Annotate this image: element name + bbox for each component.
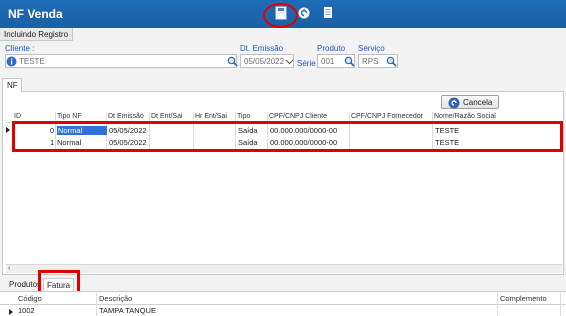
cliente-label: Cliente : bbox=[5, 44, 35, 53]
horizontal-scrollbar[interactable]: ‹ bbox=[6, 264, 562, 273]
dt-emissao-value: 05/05/2022 bbox=[244, 57, 285, 66]
col-hr-ent-sai[interactable]: Hr Ent/Sai bbox=[195, 113, 227, 120]
save-highlight-ellipse bbox=[263, 3, 298, 28]
servico-value: RPS bbox=[362, 57, 379, 66]
tab-nf[interactable]: NF bbox=[2, 78, 22, 92]
col-tipo[interactable]: Tipo bbox=[237, 113, 250, 120]
search-produto-icon[interactable] bbox=[344, 56, 355, 67]
cell-codigo: 1002 bbox=[18, 306, 35, 315]
cancel-button-label: Cancela bbox=[463, 98, 493, 107]
document-icon[interactable] bbox=[320, 5, 336, 21]
produto-value: 001 bbox=[321, 57, 335, 66]
undo-icon bbox=[448, 97, 460, 109]
grid-divider bbox=[0, 304, 566, 305]
cell-descricao: TAMPA TANQUE bbox=[99, 306, 156, 315]
chevron-down-icon[interactable] bbox=[284, 56, 295, 67]
undo-icon[interactable] bbox=[296, 5, 312, 21]
col-id[interactable]: ID bbox=[14, 113, 21, 120]
cliente-field[interactable]: TESTE bbox=[5, 54, 237, 68]
row-indicator-icon bbox=[6, 127, 10, 133]
col-tipo-nf[interactable]: Tipo NF bbox=[57, 113, 82, 120]
search-servico-icon[interactable] bbox=[386, 56, 397, 67]
col-cpf-cliente[interactable]: CPF/CNPJ Cliente bbox=[269, 113, 327, 120]
row-indicator-icon bbox=[9, 309, 13, 315]
search-cliente-icon[interactable] bbox=[227, 56, 238, 67]
grid-divider bbox=[560, 293, 561, 316]
dt-emissao-label: Dt. Emissão bbox=[240, 44, 284, 53]
servico-label: Serviço bbox=[358, 44, 385, 53]
col-descricao[interactable]: Descrição bbox=[99, 294, 132, 303]
window-title: NF Venda bbox=[8, 7, 63, 21]
col-codigo[interactable]: Código bbox=[18, 294, 42, 303]
col-complemento[interactable]: Complemento bbox=[500, 294, 547, 303]
title-bar: NF Venda bbox=[0, 0, 566, 28]
info-icon bbox=[6, 56, 17, 67]
col-nome[interactable]: Nome/Razão Social bbox=[434, 113, 496, 120]
rows-highlight-box bbox=[12, 121, 563, 152]
col-dt-ent-sai[interactable]: Dt Ent/Sai bbox=[151, 113, 183, 120]
scroll-left-icon[interactable]: ‹ bbox=[8, 265, 10, 272]
cliente-value: TESTE bbox=[19, 57, 45, 66]
cancel-button[interactable]: Cancela bbox=[441, 95, 499, 109]
col-cpf-fornecedor[interactable]: CPF/CNPJ Fornecedor bbox=[351, 113, 423, 120]
mode-tab: Incluindo Registro bbox=[0, 28, 74, 41]
col-dt-emissao[interactable]: Dt Emissão bbox=[108, 113, 144, 120]
produto-label: Produto bbox=[317, 44, 346, 53]
grid-divider bbox=[96, 293, 97, 316]
grid-divider bbox=[497, 293, 498, 316]
